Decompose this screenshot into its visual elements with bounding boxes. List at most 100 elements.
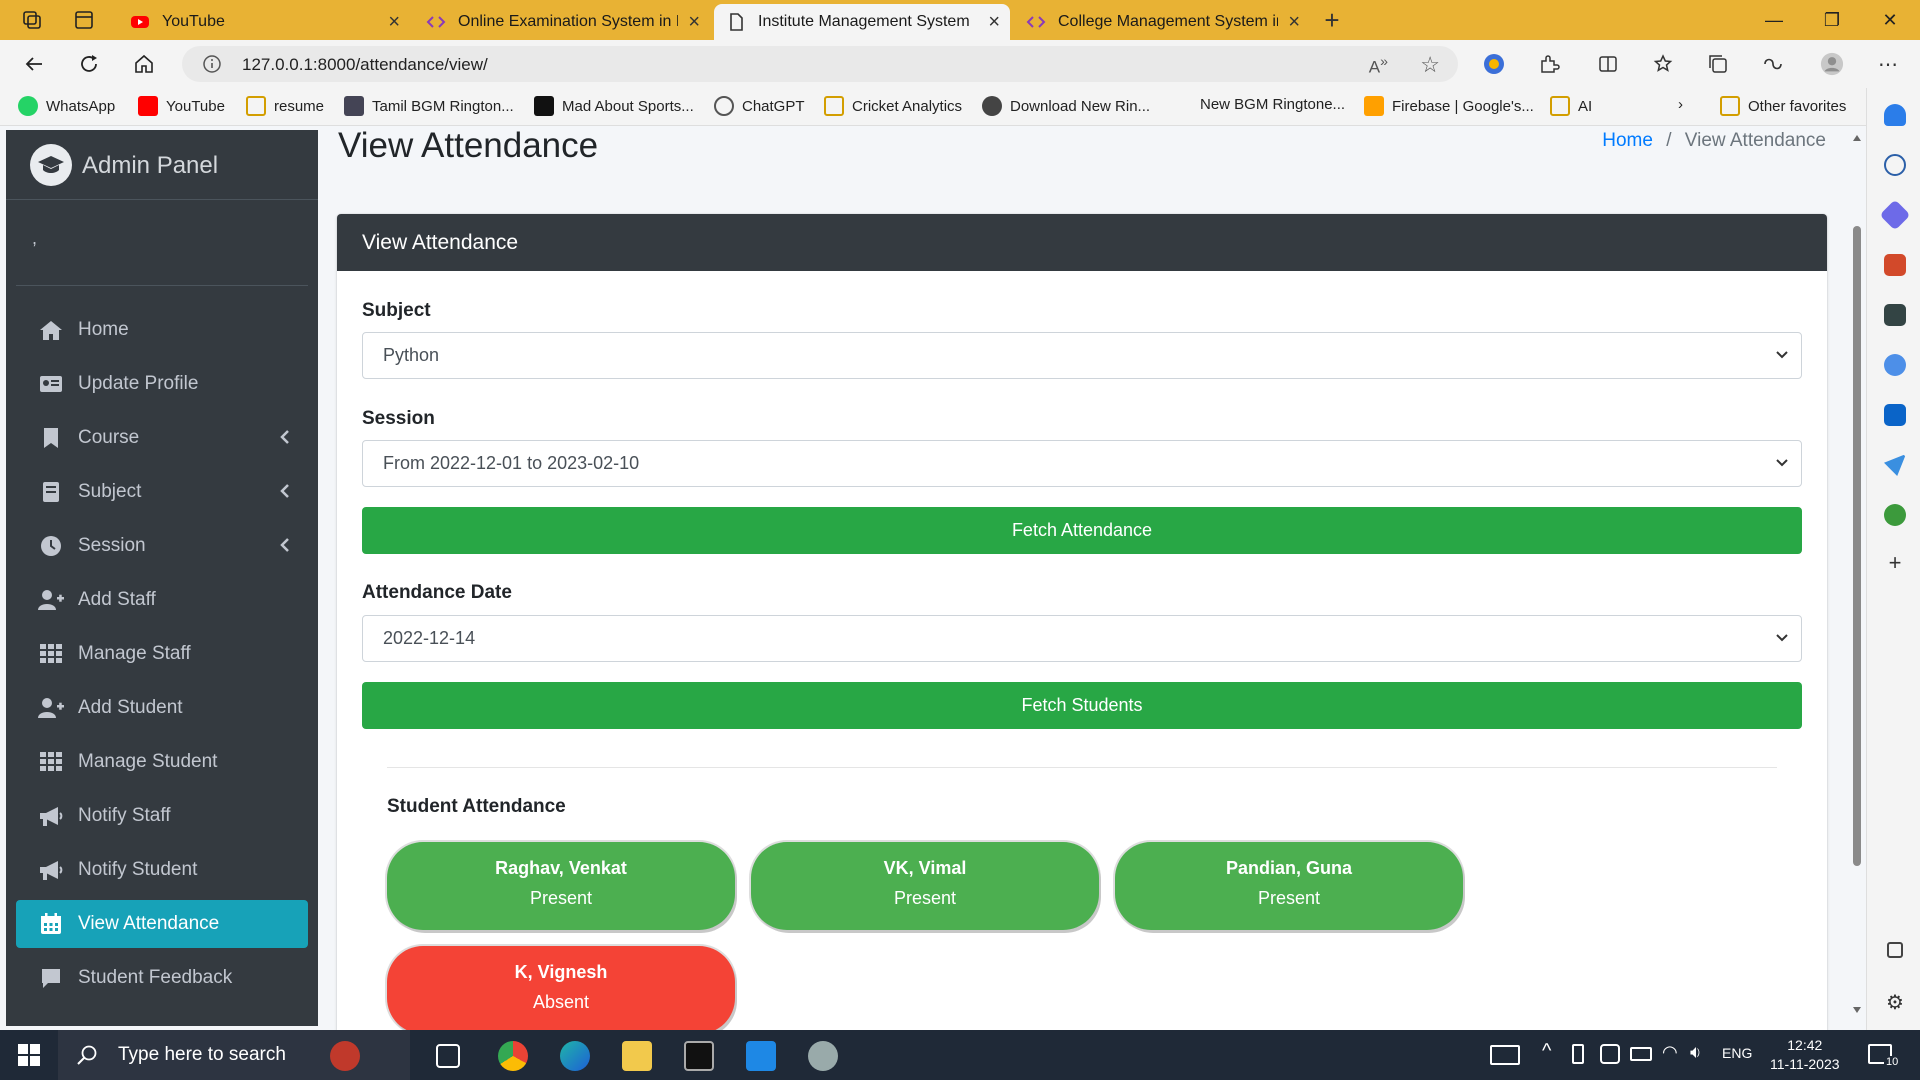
performance-icon[interactable] [1761,52,1785,76]
bookmark-other-favorites[interactable]: Other favorites [1720,96,1846,116]
fetch-students-button[interactable]: Fetch Students [362,682,1802,729]
tab-college-management[interactable]: College Management System in × [1014,4,1310,40]
close-icon[interactable]: × [988,11,1000,34]
brand[interactable]: Admin Panel [6,130,318,200]
tab-institute-management[interactable]: Institute Management System × [714,4,1010,40]
bookmark-new-bgm[interactable]: New BGM Ringtone... [1200,96,1345,113]
keyboard-icon[interactable] [1490,1045,1520,1065]
new-tab-icon[interactable]: + [1320,5,1344,35]
sidebar-item-update-profile[interactable]: Update Profile [16,360,308,408]
show-hidden-icons-icon[interactable]: ^ [1542,1040,1551,1063]
chrome-icon[interactable] [498,1041,528,1071]
close-icon[interactable]: × [688,11,700,34]
window-close-icon[interactable]: ✕ [1866,0,1914,40]
vscode-icon[interactable] [746,1041,776,1071]
tab-actions-icon[interactable] [72,8,96,32]
back-icon[interactable] [22,52,46,76]
extension-circle-icon[interactable] [1482,52,1506,76]
bookmark-youtube[interactable]: YouTube [138,96,225,116]
task-view-icon[interactable] [436,1044,460,1068]
copilot-icon[interactable] [1884,354,1906,376]
language-indicator[interactable]: ENG [1722,1045,1752,1061]
close-icon[interactable]: × [1288,11,1300,34]
volume-icon[interactable]: 🔉︎ [1690,1042,1701,1063]
send-icon[interactable] [1884,454,1906,476]
profile-avatar[interactable] [1820,52,1844,76]
bookmark-ai[interactable]: AI [1550,96,1592,116]
sidebar-item-manage-staff[interactable]: Manage Staff [16,630,308,678]
user-panel[interactable]: , [16,200,308,286]
folder-icon [1720,96,1740,116]
meet-icon[interactable] [1600,1044,1620,1064]
tree-icon[interactable] [1884,504,1906,526]
favorite-star-icon[interactable]: ☆ [1420,52,1440,78]
bookmark-cricket-analytics[interactable]: Cricket Analytics [824,96,962,116]
bookmarks-overflow-chevron-icon[interactable]: › [1678,96,1683,113]
games-icon[interactable] [1884,304,1906,326]
page-scrollbar[interactable] [1848,126,1866,1030]
windows-start-icon[interactable] [18,1044,40,1066]
bookmark-resume[interactable]: resume [246,96,324,116]
sidebar-item-manage-student[interactable]: Manage Student [16,738,308,786]
weather-widget-icon[interactable] [330,1041,360,1071]
tab-youtube[interactable]: YouTube × [118,4,410,40]
scrollbar-thumb[interactable] [1853,226,1861,866]
refresh-icon[interactable] [77,52,101,76]
file-explorer-icon[interactable] [622,1041,652,1071]
scroll-down-icon[interactable] [1852,1006,1862,1014]
bookmark-whatsapp[interactable]: WhatsApp [18,96,115,116]
home-browser-icon[interactable] [132,52,156,76]
maximize-icon[interactable]: ❐ [1808,0,1856,40]
breadcrumb-home-link[interactable]: Home [1602,130,1653,151]
sidebar-item-session[interactable]: Session [16,522,308,570]
close-icon[interactable]: × [388,11,400,34]
sidebar-item-student-feedback[interactable]: Student Feedback [16,954,308,1002]
info-icon[interactable] [202,54,222,74]
split-screen-icon[interactable] [1596,52,1620,76]
sidebar-item-home[interactable]: Home [16,306,308,354]
sidebar-item-subject[interactable]: Subject [16,468,308,516]
bookmark-tamil-bgm[interactable]: Tamil BGM Rington... [344,96,514,116]
wifi-icon[interactable]: ◠ [1662,1042,1678,1063]
terminal-icon[interactable] [684,1041,714,1071]
tools-icon[interactable] [1884,254,1906,276]
sidebar-item-add-staff[interactable]: Add Staff [16,576,308,624]
read-aloud-icon[interactable]: A» [1369,54,1388,78]
notification-bell-icon[interactable] [1884,104,1906,126]
extensions-puzzle-icon[interactable] [1537,52,1561,76]
outlook-icon[interactable] [1884,404,1906,426]
collections-icon[interactable] [1706,52,1730,76]
address-bar[interactable]: 127.0.0.1:8000/attendance/view/ A» ☆ [182,46,1458,82]
bookmark-chatgpt[interactable]: ChatGPT [714,96,805,116]
tab-online-exam[interactable]: Online Examination System in Py × [414,4,710,40]
workspaces-icon[interactable] [20,8,44,32]
user-plus-icon [38,587,64,613]
search-icon [77,1045,97,1065]
sidebar-item-view-attendance[interactable]: View Attendance [16,900,308,948]
sidebar-item-notify-student[interactable]: Notify Student [16,846,308,894]
sidebar-item-notify-staff[interactable]: Notify Staff [16,792,308,840]
bookmark-firebase[interactable]: Firebase | Google's... [1364,96,1534,116]
edge-icon[interactable] [560,1041,590,1071]
subject-select[interactable]: Python [362,332,1802,379]
favorites-icon[interactable] [1651,52,1675,76]
add-icon[interactable]: + [1884,552,1906,574]
more-menu-icon[interactable]: ⋯ [1876,52,1900,76]
search-icon[interactable] [1884,154,1906,176]
bookmark-mad-about-sports[interactable]: Mad About Sports... [534,96,694,116]
sidebar-item-add-student[interactable]: Add Student [16,684,308,732]
battery-icon[interactable] [1630,1047,1652,1061]
attendance-date-select[interactable]: 2022-12-14 [362,615,1802,662]
sidebar-item-course[interactable]: Course [16,414,308,462]
minimize-icon[interactable]: — [1750,0,1798,40]
scroll-up-icon[interactable] [1852,134,1862,142]
taskbar-clock[interactable]: 12:42 11-11-2023 [1770,1036,1840,1074]
fetch-attendance-button[interactable]: Fetch Attendance [362,507,1802,554]
shopping-tag-icon[interactable] [1879,199,1911,231]
settings-gear-icon[interactable]: ⚙ [1884,992,1906,1014]
bookmark-download-ringtone[interactable]: Download New Rin... [982,96,1150,116]
paint-icon[interactable] [808,1041,838,1071]
external-link-icon[interactable] [1887,942,1903,958]
usb-icon[interactable] [1572,1044,1584,1064]
session-select[interactable]: From 2022-12-01 to 2023-02-10 [362,440,1802,487]
